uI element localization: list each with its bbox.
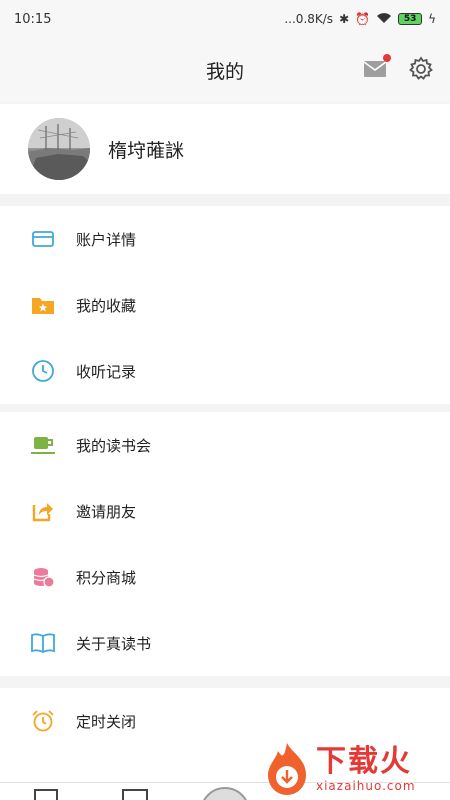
- alarm-status-icon: ⏰: [355, 12, 371, 26]
- nav-tab-player-icon[interactable]: [200, 787, 250, 800]
- wifi-icon: [376, 12, 392, 27]
- page-header: 我的: [0, 38, 450, 102]
- alarm-icon: [30, 708, 56, 734]
- charging-icon: ϟ: [428, 12, 436, 26]
- notification-dot: [383, 54, 391, 62]
- profile-card[interactable]: 楕垨蓶詸: [0, 104, 450, 194]
- status-bar: 10:15 ...0.8K/s ✱ ⏰ 53 ϟ: [0, 0, 450, 38]
- menu-item-about[interactable]: 关于真读书: [0, 610, 450, 676]
- watermark: 下载火 xiazaihuo.com: [262, 738, 450, 800]
- menu-item-points-mall[interactable]: 积分商城: [0, 544, 450, 610]
- battery-icon: 53: [398, 13, 423, 25]
- status-time: 10:15: [14, 11, 52, 27]
- menu-item-listening-history[interactable]: 收听记录: [0, 338, 450, 404]
- coins-icon: [30, 564, 56, 590]
- share-icon: [30, 498, 56, 524]
- nav-tab-books-icon[interactable]: [122, 789, 148, 800]
- menu-group-account: 账户详情 我的收藏 收听记录: [0, 206, 450, 404]
- page-title: 我的: [205, 60, 244, 83]
- network-speed: ...0.8K/s: [284, 12, 334, 26]
- mail-icon[interactable]: [362, 54, 391, 82]
- menu-item-favorites[interactable]: 我的收藏: [0, 272, 450, 338]
- card-icon: [30, 226, 56, 252]
- menu-item-label: 邀请朋友: [76, 502, 137, 521]
- menu-item-account-details[interactable]: 账户详情: [0, 206, 450, 272]
- bluetooth-icon: ✱: [339, 12, 350, 26]
- menu-item-label: 积分商城: [76, 568, 137, 587]
- menu-item-label: 我的读书会: [76, 436, 152, 455]
- watermark-url: xiazaihuo.com: [316, 779, 416, 793]
- folder-star-icon: [30, 292, 56, 318]
- cup-icon: [30, 432, 56, 458]
- menu-item-label: 我的收藏: [76, 296, 137, 315]
- nav-tab-library-icon[interactable]: [34, 789, 58, 800]
- menu-item-label: 收听记录: [76, 362, 137, 381]
- menu-item-label: 关于真读书: [76, 634, 152, 653]
- watermark-title: 下载火: [316, 744, 412, 779]
- menu-item-book-club[interactable]: 我的读书会: [0, 412, 450, 478]
- book-icon: [30, 630, 56, 656]
- flame-logo-icon: [262, 741, 312, 797]
- clock-icon: [30, 358, 56, 384]
- menu-group-social: 我的读书会 邀请朋友 积分商城 关于真读书: [0, 412, 450, 676]
- username: 楕垨蓶詸: [108, 139, 185, 162]
- menu-item-label: 定时关闭: [76, 712, 137, 731]
- status-indicators: ...0.8K/s ✱ ⏰ 53 ϟ: [284, 12, 436, 27]
- avatar[interactable]: [28, 118, 90, 180]
- menu-item-label: 账户详情: [76, 230, 137, 249]
- gear-icon[interactable]: [408, 56, 434, 82]
- menu-item-invite-friends[interactable]: 邀请朋友: [0, 478, 450, 544]
